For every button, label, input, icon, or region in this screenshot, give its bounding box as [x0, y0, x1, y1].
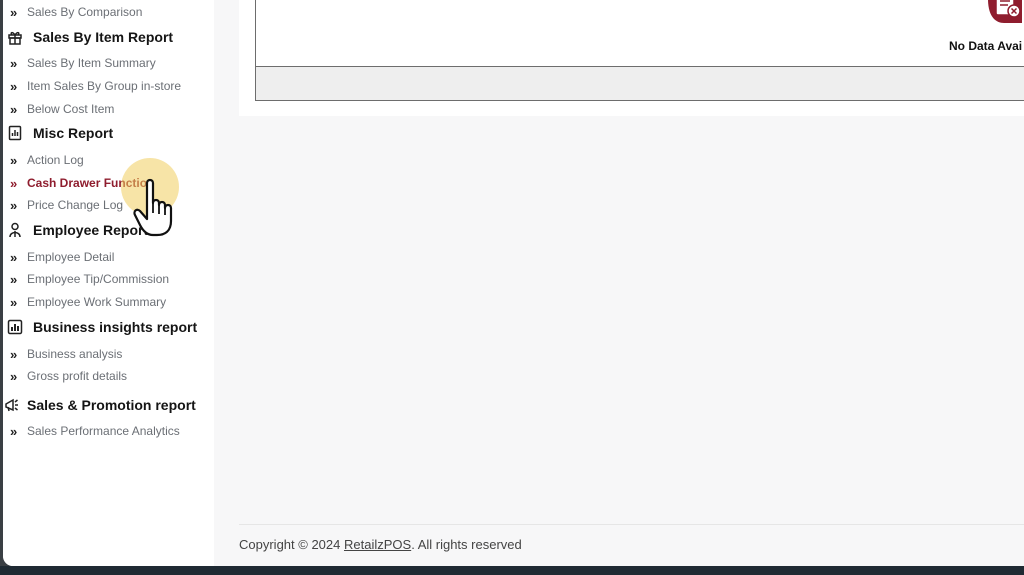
- sidebar-item-label: Sales By Item Summary: [27, 56, 156, 70]
- person-icon: [6, 221, 24, 239]
- footer-divider: [239, 524, 1024, 525]
- section-title: Sales By Item Report: [33, 29, 174, 45]
- brand-link[interactable]: RetailzPOS: [344, 537, 411, 552]
- sidebar-item-business-analysis[interactable]: » Business analysis: [10, 344, 122, 364]
- sidebar-item-sales-by-item-summary[interactable]: » Sales By Item Summary: [10, 53, 156, 73]
- sidebar-item-label: Price Change Log: [27, 198, 124, 212]
- double-chevron-icon: »: [10, 4, 18, 20]
- sidebar-item-sales-by-comparison[interactable]: » Sales By Comparison: [10, 2, 142, 22]
- double-chevron-icon: »: [10, 197, 18, 213]
- section-misc-report: Misc Report: [6, 121, 113, 145]
- no-data-icon: [988, 0, 1022, 23]
- double-chevron-icon: »: [10, 78, 18, 94]
- double-chevron-icon: »: [10, 294, 18, 310]
- sidebar-item-sales-performance-analytics[interactable]: » Sales Performance Analytics: [10, 421, 180, 441]
- footer-copyright-prefix: Copyright © 2024: [239, 537, 344, 552]
- double-chevron-icon: »: [10, 175, 18, 191]
- double-chevron-icon: »: [10, 55, 18, 71]
- megaphone-icon: [3, 396, 21, 414]
- taskbar: [0, 566, 1024, 575]
- sidebar-item-gross-profit-details[interactable]: » Gross profit details: [10, 366, 127, 386]
- double-chevron-icon: »: [10, 271, 18, 287]
- hand-cursor-icon: [133, 178, 173, 237]
- sidebar-item-label: Employee Detail: [27, 250, 115, 264]
- double-chevron-icon: »: [10, 152, 18, 168]
- sidebar-item-label: Below Cost Item: [27, 102, 115, 116]
- sidebar-item-employee-tip-commission[interactable]: » Employee Tip/Commission: [10, 269, 169, 289]
- double-chevron-icon: »: [10, 368, 18, 384]
- section-title: Sales & Promotion report: [27, 397, 196, 413]
- sidebar-item-below-cost-item[interactable]: » Below Cost Item: [10, 99, 114, 119]
- footer-copyright-suffix: . All rights reserved: [411, 537, 522, 552]
- sidebar-item-employee-work-summary[interactable]: » Employee Work Summary: [10, 292, 166, 312]
- section-sales-promotion-report: Sales & Promotion report: [3, 393, 196, 417]
- double-chevron-icon: »: [10, 346, 18, 362]
- sidebar-item-employee-detail[interactable]: » Employee Detail: [10, 247, 114, 267]
- section-title: Misc Report: [33, 125, 114, 141]
- sidebar-item-label: Business analysis: [27, 347, 123, 361]
- sidebar-item-label: Employee Tip/Commission: [27, 272, 170, 286]
- sidebar-item-label: Sales By Comparison: [27, 5, 143, 19]
- sidebar-item-label: Item Sales By Group in-store: [27, 79, 182, 93]
- double-chevron-icon: »: [10, 101, 18, 117]
- bar-chart-icon: [6, 318, 24, 336]
- section-sales-by-item-report: Sales By Item Report: [6, 25, 173, 49]
- section-business-insights-report: Business insights report: [6, 315, 197, 339]
- sidebar-item-label: Employee Work Summary: [27, 295, 167, 309]
- table-footer: [256, 66, 1024, 100]
- sidebar-item-label: Sales Performance Analytics: [27, 424, 180, 438]
- app-window: » Sales By Comparison Sales By Item Repo…: [3, 0, 1024, 566]
- section-employee-report: Employee Report: [6, 218, 148, 242]
- footer: Copyright © 2024 RetailzPOS. All rights …: [239, 537, 522, 552]
- sidebar-item-item-sales-by-group[interactable]: » Item Sales By Group in-store: [10, 76, 181, 96]
- section-title: Employee Report: [33, 222, 149, 238]
- double-chevron-icon: »: [10, 249, 18, 265]
- no-data-text: No Data Avai: [949, 39, 1023, 53]
- sidebar-item-action-log[interactable]: » Action Log: [10, 150, 84, 170]
- sidebar-item-label: Action Log: [27, 153, 84, 167]
- sidebar-item-price-change-log[interactable]: » Price Change Log: [10, 195, 123, 215]
- double-chevron-icon: »: [10, 423, 18, 439]
- report-table: No Data Avai: [255, 0, 1024, 101]
- sidebar: » Sales By Comparison Sales By Item Repo…: [3, 0, 214, 566]
- sidebar-item-label: Gross profit details: [27, 369, 128, 383]
- gift-icon: [6, 28, 24, 46]
- section-title: Business insights report: [33, 319, 198, 335]
- report-icon: [6, 124, 24, 142]
